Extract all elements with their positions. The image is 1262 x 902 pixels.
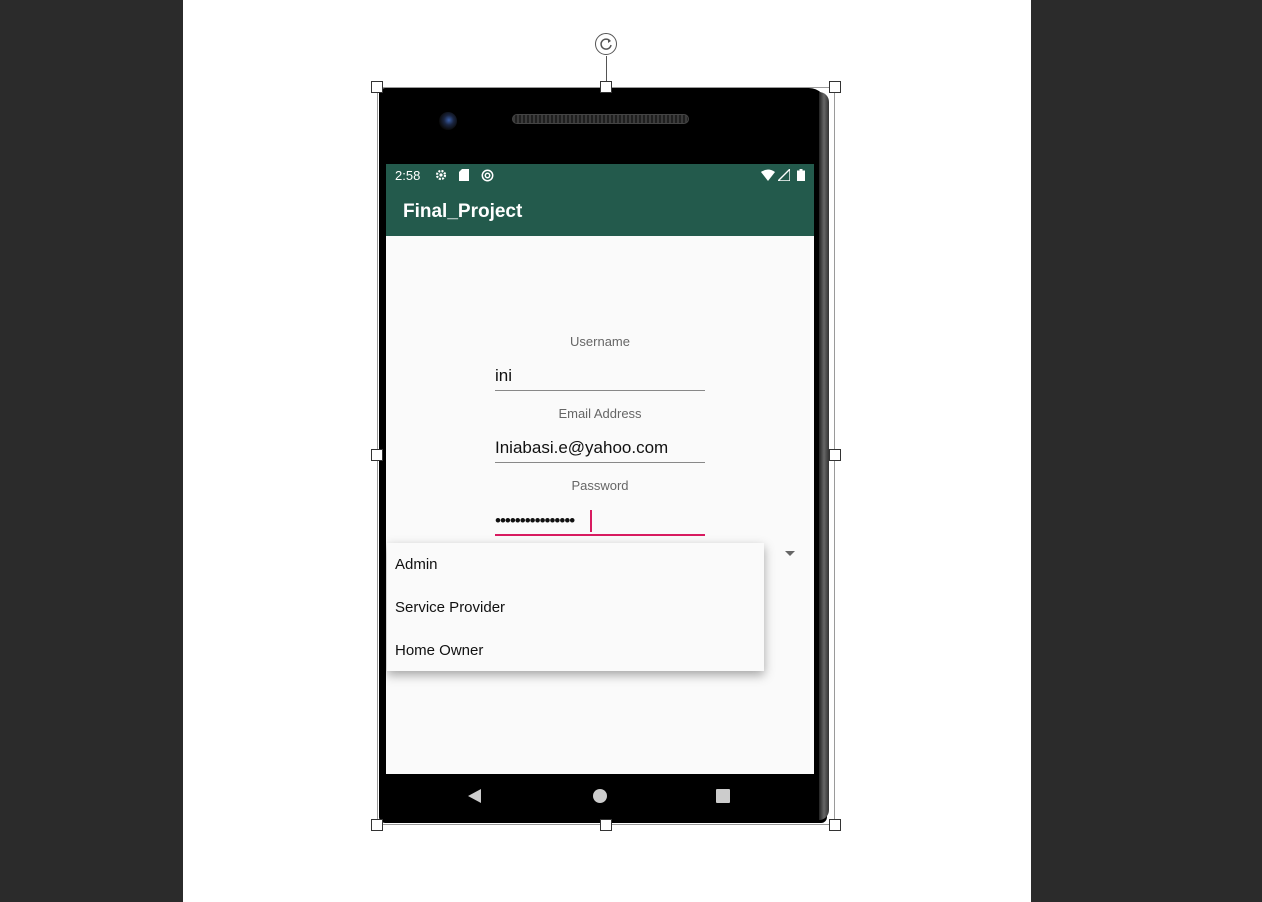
- rotate-icon[interactable]: [595, 33, 617, 55]
- selection-frame: [377, 87, 835, 825]
- resize-handle-top-left[interactable]: [371, 81, 383, 93]
- resize-handle-top-right[interactable]: [829, 81, 841, 93]
- resize-handle-bottom-left[interactable]: [371, 819, 383, 831]
- resize-handle-left[interactable]: [371, 449, 383, 461]
- resize-handle-bottom[interactable]: [600, 819, 612, 831]
- resize-handle-bottom-right[interactable]: [829, 819, 841, 831]
- resize-handle-top[interactable]: [600, 81, 612, 93]
- resize-handle-right[interactable]: [829, 449, 841, 461]
